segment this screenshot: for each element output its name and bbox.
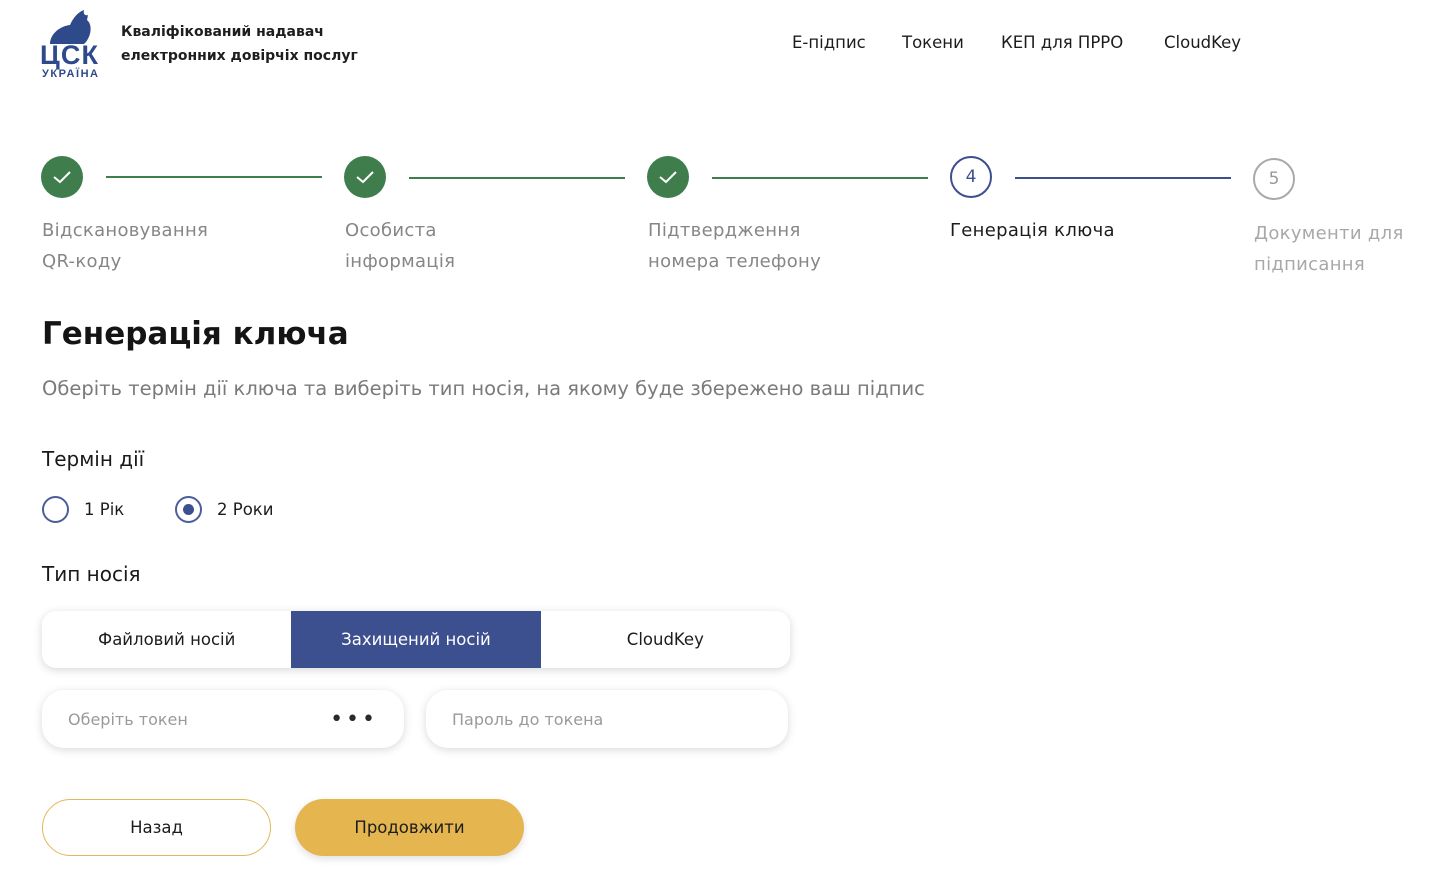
more-dots-icon[interactable]: ••• bbox=[330, 707, 378, 732]
step-5-indicator: 5 bbox=[1253, 158, 1295, 200]
step-2-label: Особиста інформація bbox=[345, 220, 456, 272]
page-subtitle: Оберіть термін дії ключа та виберіть тип… bbox=[42, 377, 925, 400]
company-logo[interactable]: ЦСК УКРАЇНА bbox=[40, 8, 100, 80]
media-section-label: Тип носія bbox=[42, 562, 141, 586]
logo-text: ЦСК bbox=[40, 40, 99, 70]
org-name-line1: Кваліфікований надавач bbox=[121, 24, 324, 40]
nav-link-e-signature[interactable]: Е-підпис bbox=[792, 33, 866, 52]
step-4-label: Генерація ключа bbox=[950, 220, 1115, 241]
term-section-label: Термін дії bbox=[42, 447, 145, 471]
org-name: Кваліфікований надавач електронних довір… bbox=[121, 20, 358, 68]
term-radio-1-year[interactable]: 1 Рік bbox=[42, 496, 124, 523]
term-radio-2-years[interactable]: 2 Роки bbox=[175, 496, 273, 523]
step-connector-2 bbox=[409, 177, 625, 179]
org-name-line2: електронних довірчіх послуг bbox=[121, 48, 358, 64]
media-type-selector: Файловий носій Захищений носій CloudKey bbox=[42, 611, 790, 668]
continue-button[interactable]: Продовжити bbox=[295, 799, 524, 856]
step-5-label: Документи для підписання bbox=[1254, 223, 1404, 275]
step-3-label: Підтвердження номера телефону bbox=[648, 220, 822, 272]
term-radio-1-year-label: 1 Рік bbox=[84, 500, 125, 519]
step-2-check-icon bbox=[344, 156, 386, 198]
token-password-input[interactable]: Пароль до токена bbox=[426, 690, 788, 748]
media-option-file[interactable]: Файловий носій bbox=[42, 611, 291, 668]
page-title: Генерація ключа bbox=[42, 316, 349, 352]
logo-subtext: УКРАЇНА bbox=[42, 67, 98, 80]
step-connector-3 bbox=[712, 177, 928, 179]
step-1-check-icon bbox=[41, 156, 83, 198]
step-3-check-icon bbox=[647, 156, 689, 198]
token-select-placeholder: Оберіть токен bbox=[68, 709, 188, 729]
step-connector-1 bbox=[106, 176, 322, 178]
step-4-indicator: 4 bbox=[950, 156, 992, 198]
radio-unchecked-icon[interactable] bbox=[42, 496, 69, 523]
token-select[interactable]: Оберіть токен ••• bbox=[42, 690, 404, 748]
term-radio-2-years-label: 2 Роки bbox=[217, 500, 274, 519]
back-button[interactable]: Назад bbox=[42, 799, 271, 856]
logo-animal-icon bbox=[50, 10, 91, 44]
media-option-protected[interactable]: Захищений носій bbox=[291, 611, 541, 668]
media-option-cloudkey[interactable]: CloudKey bbox=[541, 611, 790, 668]
step-connector-4 bbox=[1015, 177, 1231, 179]
nav-link-kep-prro[interactable]: КЕП для ПРРО bbox=[1001, 33, 1123, 52]
nav-link-cloudkey[interactable]: CloudKey bbox=[1164, 33, 1241, 52]
radio-checked-icon[interactable] bbox=[175, 496, 202, 523]
step-1-label: Відскановування QR-коду bbox=[42, 220, 209, 272]
token-password-placeholder: Пароль до токена bbox=[452, 709, 604, 729]
nav-link-tokens[interactable]: Токени bbox=[902, 33, 964, 52]
